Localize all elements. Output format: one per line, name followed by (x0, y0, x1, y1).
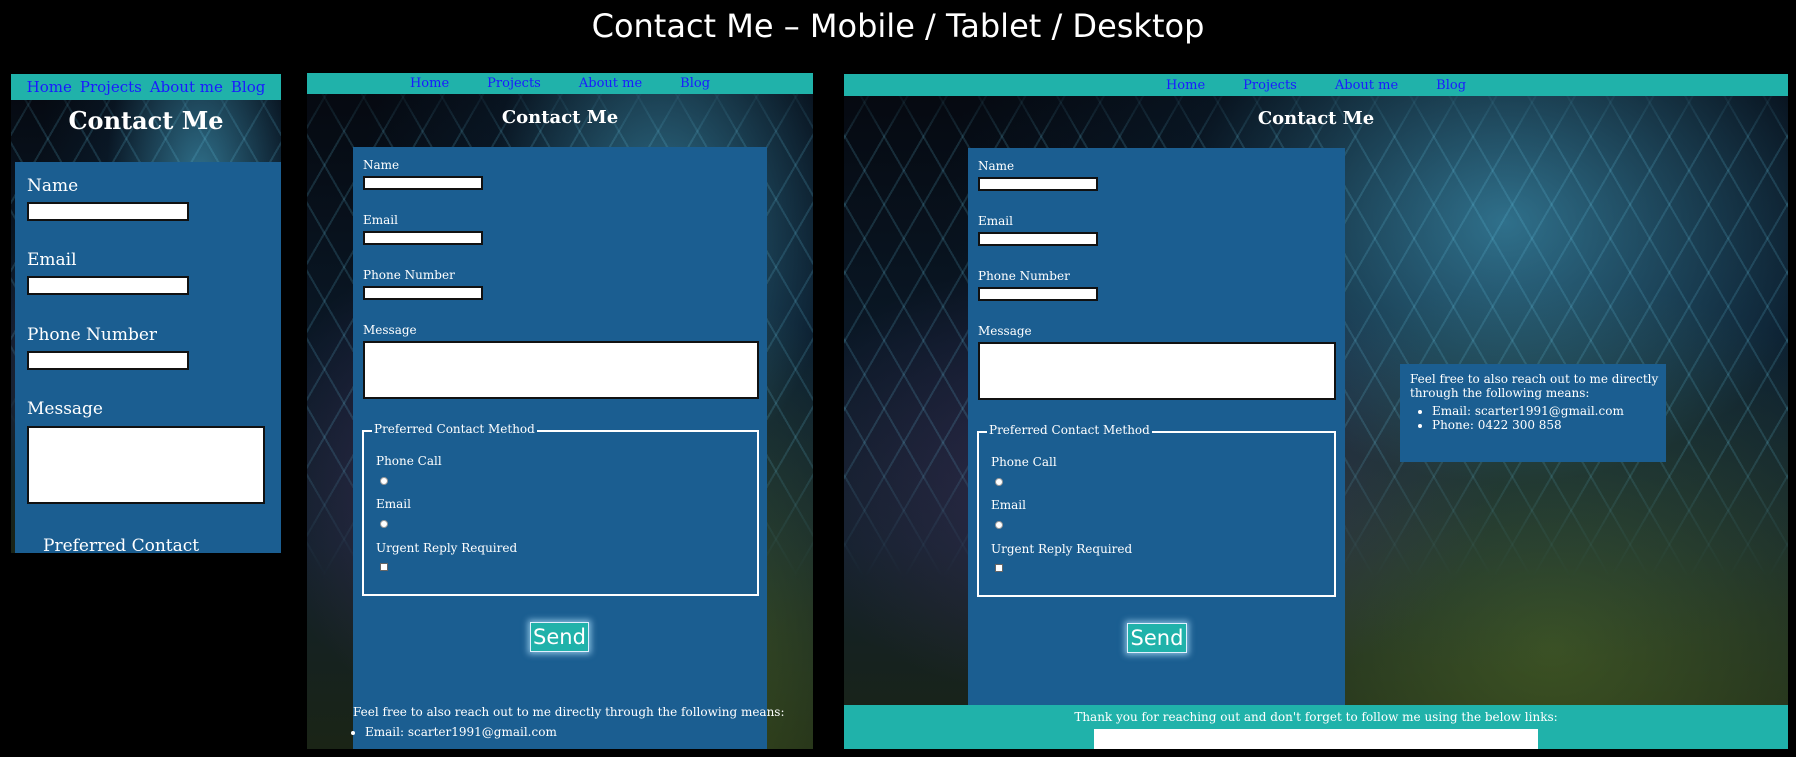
email-label: Email (27, 250, 77, 270)
phone-input[interactable] (27, 351, 189, 370)
contact-intro-line-2: through the following means: (1410, 386, 1590, 400)
preferred-contact-fieldset: Preferred Contact Method Phone Call Emai… (362, 422, 759, 596)
phone-label: Phone Number (27, 325, 158, 345)
mobile-frame: Home Projects About me Blog Contact Me N… (11, 74, 281, 553)
email-input[interactable] (978, 232, 1098, 246)
nav-projects-link[interactable]: Projects (1243, 78, 1297, 93)
name-input[interactable] (363, 176, 483, 190)
nav-bar: Home Projects About me Blog (307, 73, 813, 94)
phone-call-radio[interactable] (995, 478, 1003, 486)
phone-call-label: Phone Call (376, 454, 442, 468)
email-label: Email (978, 214, 1013, 228)
contact-form: Name Email Phone Number Message Preferre… (968, 148, 1345, 749)
contact-intro: Feel free to also reach out to me direct… (353, 705, 785, 719)
message-textarea[interactable] (978, 342, 1336, 400)
nav-blog-link[interactable]: Blog (680, 76, 710, 91)
email-input[interactable] (363, 231, 483, 245)
nav-bar: Home Projects About me Blog (11, 74, 281, 100)
page-title: Contact Me (1257, 108, 1375, 129)
footer: Thank you for reaching out and don't for… (844, 705, 1788, 749)
nav-blog-link[interactable]: Blog (231, 78, 265, 96)
nav-bar: Home Projects About me Blog (844, 74, 1788, 96)
nav-home-link[interactable]: Home (410, 76, 449, 91)
send-button[interactable]: Send (530, 622, 589, 652)
message-label: Message (978, 324, 1032, 338)
contact-info: Feel free to also reach out to me direct… (353, 705, 813, 739)
nav-home-link[interactable]: Home (27, 78, 72, 96)
phone-label: Phone Number (363, 268, 455, 282)
social-links-panel (1094, 729, 1538, 749)
phone-input[interactable] (363, 286, 483, 300)
email-radio[interactable] (995, 521, 1003, 529)
contact-phone: Phone: 0422 300 858 (1432, 418, 1656, 432)
email-option-label: Email (991, 498, 1026, 512)
page-title: Contact Me (68, 106, 224, 135)
contact-info: Feel free to also reach out to me direct… (1400, 364, 1666, 462)
name-input[interactable] (978, 177, 1098, 191)
urgent-reply-checkbox[interactable] (380, 563, 388, 571)
preferred-contact-legend: Preferred Contact (43, 536, 200, 553)
nav-projects-link[interactable]: Projects (80, 78, 142, 96)
nav-about-link[interactable]: About me (579, 76, 642, 91)
send-button[interactable]: Send (1127, 623, 1187, 653)
fieldset-legend: Preferred Contact Method (987, 423, 1152, 437)
urgent-reply-label: Urgent Reply Required (991, 542, 1133, 556)
nav-about-link[interactable]: About me (150, 78, 223, 96)
preferred-contact-fieldset: Preferred Contact Method Phone Call Emai… (977, 423, 1336, 597)
email-input[interactable] (27, 276, 189, 295)
nav-blog-link[interactable]: Blog (1436, 78, 1466, 93)
nav-projects-link[interactable]: Projects (487, 76, 541, 91)
tablet-frame: Home Projects About me Blog Contact Me N… (307, 73, 813, 749)
message-label: Message (363, 323, 417, 337)
contact-email: Email: scarter1991@gmail.com (1432, 404, 1656, 418)
contact-form: Name Email Phone Number Message Preferre… (353, 147, 767, 749)
name-label: Name (978, 159, 1015, 173)
urgent-reply-checkbox[interactable] (995, 564, 1003, 572)
page-title: Contact Me (501, 107, 619, 128)
email-option-label: Email (376, 497, 411, 511)
phone-label: Phone Number (978, 269, 1070, 283)
name-label: Name (363, 158, 400, 172)
urgent-reply-label: Urgent Reply Required (376, 541, 518, 555)
nav-home-link[interactable]: Home (1166, 78, 1205, 93)
message-textarea[interactable] (27, 426, 265, 504)
phone-input[interactable] (978, 287, 1098, 301)
name-input[interactable] (27, 202, 189, 221)
email-label: Email (363, 213, 398, 227)
footer-text: Thank you for reaching out and don't for… (1074, 710, 1558, 724)
name-label: Name (27, 176, 79, 196)
contact-form: Name Email Phone Number Message Preferre… (15, 162, 281, 553)
message-label: Message (27, 399, 103, 419)
contact-intro-line-1: Feel free to also reach out to me direct… (1410, 372, 1659, 386)
phone-call-label: Phone Call (991, 455, 1057, 469)
nav-about-link[interactable]: About me (1335, 78, 1398, 93)
desktop-frame: Home Projects About me Blog Contact Me N… (844, 74, 1788, 749)
contact-email: Email: scarter1991@gmail.com (365, 725, 813, 739)
email-radio[interactable] (380, 520, 388, 528)
message-textarea[interactable] (363, 341, 759, 399)
slide-title: Contact Me – Mobile / Tablet / Desktop (591, 7, 1205, 45)
phone-call-radio[interactable] (380, 477, 388, 485)
fieldset-legend: Preferred Contact Method (372, 422, 537, 436)
